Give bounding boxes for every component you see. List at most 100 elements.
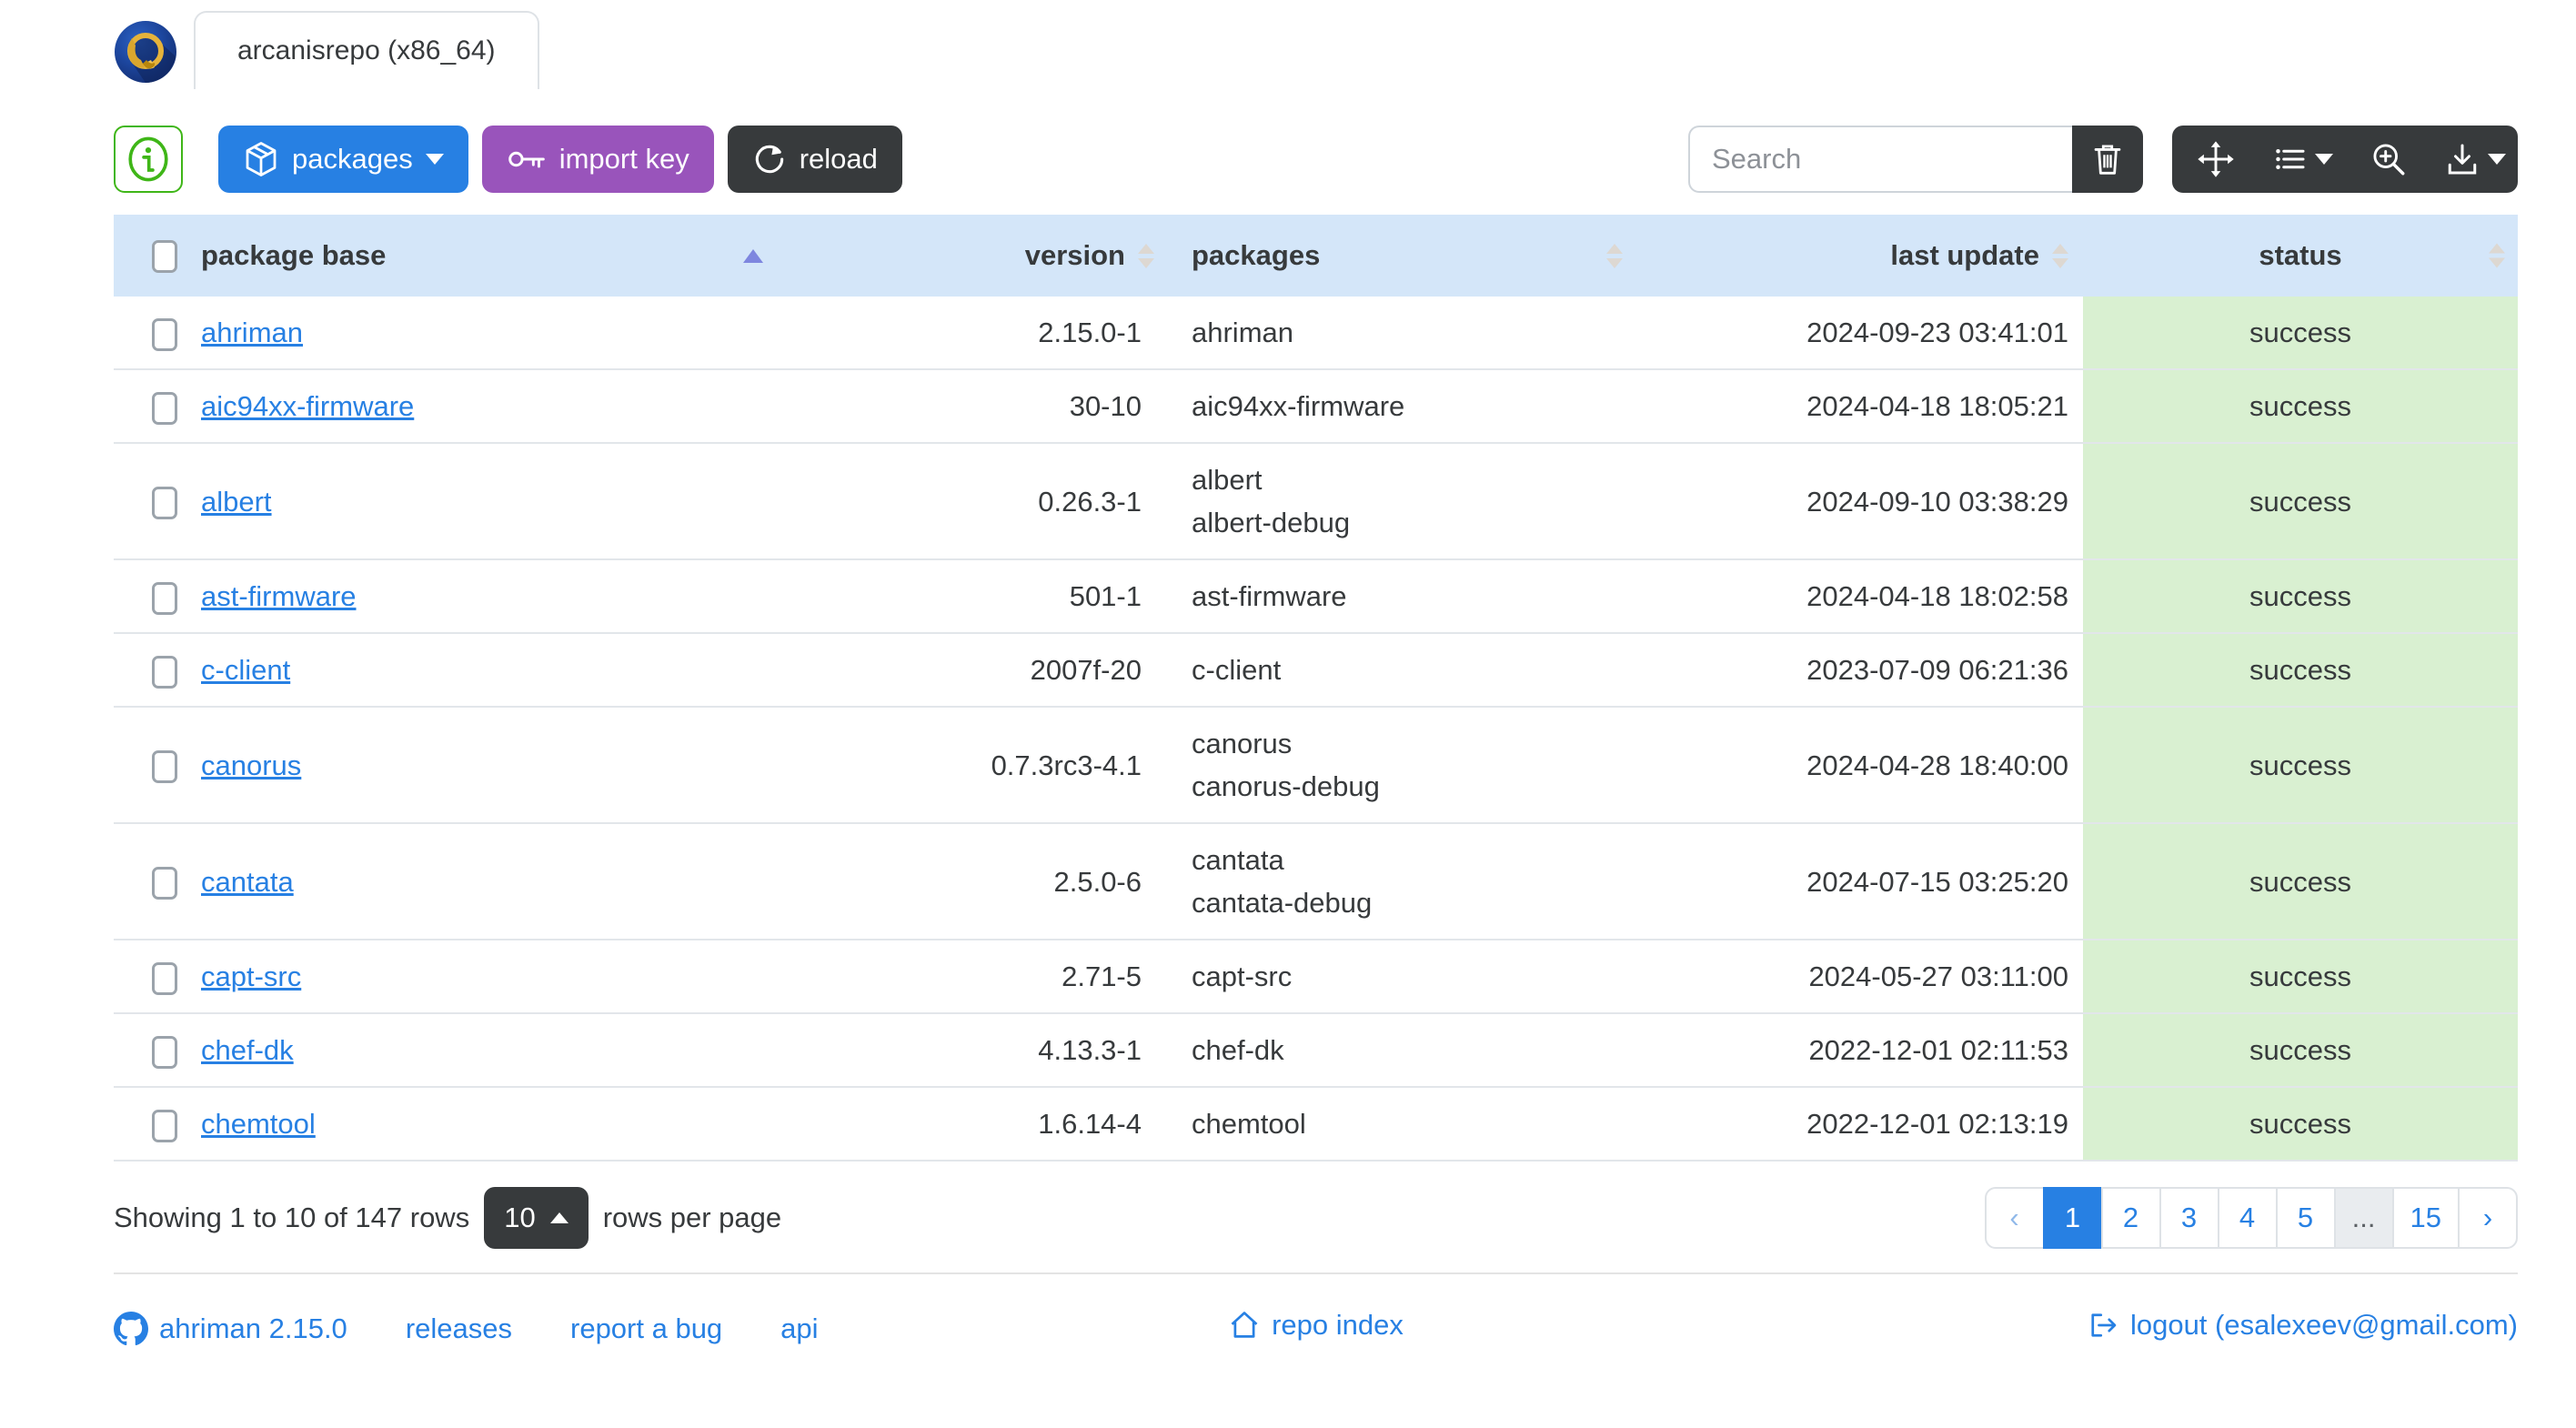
info-button[interactable]	[114, 126, 183, 193]
page-button-2[interactable]: 2	[2100, 1187, 2161, 1249]
github-version-link[interactable]: ahriman 2.15.0	[114, 1312, 347, 1346]
clear-search-button[interactable]	[2072, 126, 2143, 193]
packages-cell: aic94xx-firmware	[1192, 390, 1405, 422]
package-base-link[interactable]: cantata	[201, 866, 294, 898]
row-checkbox[interactable]	[152, 487, 177, 520]
select-all-checkbox[interactable]	[152, 239, 177, 273]
pagination-summary: Showing 1 to 10 of 147 rows	[114, 1202, 470, 1233]
last-update-cell: 2024-09-10 03:38:29	[1806, 485, 2068, 518]
header-version[interactable]: version	[778, 215, 1169, 297]
table-row[interactable]: aic94xx-firmware 30-10 aic94xx-firmware …	[114, 369, 2518, 443]
packages-cell: c-client	[1192, 654, 1282, 686]
version-cell: 0.26.3-1	[1038, 485, 1142, 518]
search-input[interactable]	[1688, 126, 2072, 193]
table-row[interactable]: cantata 2.5.0-6 cantata cantata-debug 202…	[114, 823, 2518, 940]
arrows-move-icon	[2197, 141, 2234, 177]
repo-index-link[interactable]: repo index	[1228, 1309, 1404, 1342]
packages-dropdown-button[interactable]: packages	[218, 126, 468, 193]
row-checkbox[interactable]	[152, 581, 177, 615]
last-update-cell: 2024-07-15 03:25:20	[1806, 865, 2068, 898]
row-checkbox[interactable]	[152, 1035, 177, 1069]
pagination: ‹ 1 2 3 4 5 ... 15 ›	[1984, 1187, 2518, 1249]
last-update-cell: 2024-04-18 18:02:58	[1806, 580, 2068, 612]
package-base-link[interactable]: chef-dk	[201, 1034, 294, 1066]
sort-icon	[1606, 243, 1623, 268]
row-checkbox[interactable]	[152, 317, 177, 351]
github-icon	[114, 1312, 148, 1346]
sort-ascending-icon	[743, 248, 763, 263]
toolbar-left: packages import key reload	[114, 126, 902, 193]
last-update-cell: 2024-04-28 18:40:00	[1806, 749, 2068, 781]
status-cell: success	[2083, 369, 2518, 443]
sort-icon	[2052, 243, 2068, 268]
next-page-button[interactable]: ›	[2458, 1187, 2518, 1249]
page-ellipsis-button[interactable]: ...	[2333, 1187, 2394, 1249]
search-group	[1688, 126, 2143, 193]
columns-dropdown-button[interactable]	[2259, 126, 2345, 193]
page-size-dropdown-button[interactable]: 10	[484, 1187, 589, 1249]
footer-center: repo index	[1228, 1309, 1404, 1349]
table-row[interactable]: canorus 0.7.3rc3-4.1 canorus canorus-debu…	[114, 707, 2518, 823]
repository-tab[interactable]: arcanisrepo (x86_64)	[194, 11, 539, 89]
package-base-link[interactable]: canorus	[201, 749, 301, 781]
fullscreen-button[interactable]	[2172, 126, 2259, 193]
page-button-3[interactable]: 3	[2158, 1187, 2219, 1249]
page-button-1[interactable]: 1	[2042, 1187, 2103, 1249]
sort-icon	[2489, 243, 2505, 268]
last-update-cell: 2024-05-27 03:11:00	[1808, 960, 2068, 992]
row-checkbox[interactable]	[152, 1109, 177, 1142]
table-row[interactable]: ast-firmware 501-1 ast-firmware 2024-04-…	[114, 559, 2518, 633]
import-key-button[interactable]: import key	[481, 126, 714, 193]
detail-view-button[interactable]	[2345, 126, 2431, 193]
report-bug-link[interactable]: report a bug	[570, 1312, 722, 1345]
page-button-5[interactable]: 5	[2275, 1187, 2336, 1249]
package-base-link[interactable]: c-client	[201, 654, 290, 686]
zoom-in-icon	[2372, 144, 2404, 176]
version-cell: 501-1	[1069, 580, 1142, 612]
table-row[interactable]: chemtool 1.6.14-4 chemtool 2022-12-01 02…	[114, 1087, 2518, 1161]
package-base-link[interactable]: capt-src	[201, 960, 301, 992]
repository-tab-label: arcanisrepo (x86_64)	[237, 35, 496, 65]
packages-cell: ast-firmware	[1192, 580, 1347, 612]
page-button-15[interactable]: 15	[2391, 1187, 2460, 1249]
footer-right: logout (esalexeev@gmail.com)	[1404, 1309, 2518, 1349]
top-bar: arcanisrepo (x86_64)	[114, 0, 2518, 107]
row-checkbox[interactable]	[152, 391, 177, 425]
packages-cell: chemtool	[1192, 1108, 1306, 1140]
row-checkbox[interactable]	[152, 867, 177, 900]
logout-link[interactable]: logout (esalexeev@gmail.com)	[2087, 1309, 2518, 1342]
header-packages[interactable]: packages	[1169, 215, 1637, 297]
package-base-link[interactable]: chemtool	[201, 1108, 316, 1140]
package-base-link[interactable]: ahriman	[201, 317, 303, 348]
table-row[interactable]: capt-src 2.71-5 capt-src 2024-05-27 03:1…	[114, 940, 2518, 1013]
row-checkbox[interactable]	[152, 961, 177, 995]
table-tools-group	[2172, 126, 2518, 193]
status-cell: success	[2083, 443, 2518, 559]
reload-button[interactable]: reload	[727, 126, 902, 193]
package-base-link[interactable]: aic94xx-firmware	[201, 390, 414, 422]
releases-link[interactable]: releases	[406, 1312, 512, 1345]
pagination-bar: Showing 1 to 10 of 147 rows 10 rows per …	[114, 1162, 2518, 1272]
row-checkbox[interactable]	[152, 750, 177, 784]
export-dropdown-button[interactable]	[2431, 126, 2518, 193]
package-base-link[interactable]: albert	[201, 486, 272, 518]
header-package-base[interactable]: package base	[186, 215, 778, 297]
page-button-4[interactable]: 4	[2217, 1187, 2278, 1249]
trash-icon	[2094, 145, 2121, 175]
header-last-update[interactable]: last update	[1637, 215, 2083, 297]
table-row[interactable]: albert 0.26.3-1 albert albert-debug 2024-…	[114, 443, 2518, 559]
package-base-link[interactable]: ast-firmware	[201, 580, 357, 612]
status-cell: success	[2083, 940, 2518, 1013]
api-link[interactable]: api	[780, 1312, 818, 1345]
table-row[interactable]: c-client 2007f-20 c-client 2023-07-09 06…	[114, 633, 2518, 707]
toolbar-right	[1688, 126, 2518, 193]
row-checkbox[interactable]	[152, 655, 177, 689]
table-header-row: package base version packages last updat…	[114, 215, 2518, 297]
previous-page-button[interactable]: ‹	[1984, 1187, 2045, 1249]
header-status[interactable]: status	[2083, 215, 2518, 297]
table-row[interactable]: chef-dk 4.13.3-1 chef-dk 2022-12-01 02:1…	[114, 1013, 2518, 1087]
status-cell: success	[2083, 1087, 2518, 1161]
packages-cell: capt-src	[1192, 960, 1293, 992]
table-row[interactable]: ahriman 2.15.0-1 ahriman 2024-09-23 03:4…	[114, 297, 2518, 369]
pagination-summary-group: Showing 1 to 10 of 147 rows 10 rows per …	[114, 1187, 781, 1249]
